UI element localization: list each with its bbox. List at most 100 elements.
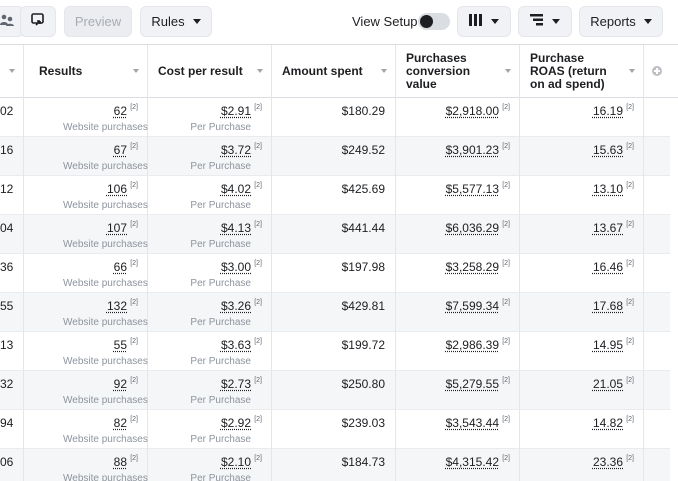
- cost-per-result-subtext: Per Purchase: [190, 434, 251, 445]
- table-row[interactable]: 12 106 [2] Website purchases $4.02 [2] Per Pur…: [0, 176, 670, 215]
- table-row[interactable]: 32 92 [2] Website purchases $2.73 [2] Per Purc…: [0, 371, 670, 410]
- attribution-ref: [2]: [502, 260, 510, 267]
- amount-spent-value: $239.03: [341, 416, 385, 430]
- table-row[interactable]: 55 132 [2] Website purchases $3.26 [2] Per Pur…: [0, 293, 670, 332]
- roas-value[interactable]: 14.82: [593, 416, 623, 430]
- results-value[interactable]: 106: [107, 182, 127, 196]
- reports-button[interactable]: Reports: [579, 6, 663, 37]
- attribution-ref: [2]: [254, 182, 262, 189]
- roas-value[interactable]: 23.36: [593, 455, 623, 469]
- conversion-value[interactable]: $3,901.23: [446, 143, 499, 157]
- roas-value[interactable]: 13.67: [593, 221, 623, 235]
- cell-purchases-conversion-value: $2,986.39 [2]: [396, 332, 520, 371]
- roas-value[interactable]: 14.95: [593, 338, 623, 352]
- roas-value[interactable]: 21.05: [593, 377, 623, 391]
- cell-results: 82 [2] Website purchases: [24, 410, 148, 449]
- preview-button[interactable]: Preview: [64, 6, 132, 37]
- people-icon: [0, 14, 14, 29]
- roas-value[interactable]: 16.46: [593, 260, 623, 274]
- results-value[interactable]: 62: [114, 104, 127, 118]
- attribution-ref: [2]: [502, 104, 510, 111]
- cell-previous: 16: [0, 137, 24, 176]
- column-header-purchase-roas[interactable]: Purchase ROAS (return on ad spend): [520, 45, 644, 98]
- columns-icon: [469, 14, 483, 29]
- conversion-value[interactable]: $5,279.55: [446, 377, 499, 391]
- cell-amount-spent: $239.03: [272, 410, 396, 449]
- results-value[interactable]: 67: [114, 143, 127, 157]
- conversion-value[interactable]: $3,258.29: [446, 260, 499, 274]
- attribution-ref: [2]: [626, 182, 634, 189]
- table-row[interactable]: 04 107 [2] Website purchases $4.13 [2] Per Pur…: [0, 215, 670, 254]
- cell-previous: 04: [0, 215, 24, 254]
- conversion-value[interactable]: $3,543.44: [446, 416, 499, 430]
- cost-per-result-value[interactable]: $4.02: [221, 182, 251, 196]
- cost-per-result-value[interactable]: $2.10: [221, 455, 251, 469]
- conversion-value[interactable]: $2,918.00: [446, 104, 499, 118]
- cost-per-result-value[interactable]: $3.00: [221, 260, 251, 274]
- attribution-ref: [2]: [254, 299, 262, 306]
- results-value[interactable]: 132: [107, 299, 127, 313]
- preview-label: Preview: [74, 14, 122, 29]
- cell-amount-spent: $429.81: [272, 293, 396, 332]
- attribution-ref: [2]: [502, 338, 510, 345]
- column-header-results[interactable]: Results: [24, 45, 148, 98]
- results-value[interactable]: 107: [107, 221, 127, 235]
- attribution-ref: [2]: [502, 416, 510, 423]
- previous-value-partial: 55: [0, 299, 14, 313]
- view-setup-toggle[interactable]: [418, 13, 450, 30]
- column-header-amount-spent[interactable]: Amount spent: [272, 45, 396, 98]
- roas-value[interactable]: 15.63: [593, 143, 623, 157]
- table-row[interactable]: 02 62 [2] Website purchases $2.91 [2] Per Purc…: [0, 98, 670, 137]
- conversion-value[interactable]: $7,599.34: [446, 299, 499, 313]
- sort-caret-icon: [629, 69, 635, 73]
- add-column-icon[interactable]: [652, 66, 662, 76]
- results-value[interactable]: 88: [114, 455, 127, 469]
- attribution-ref: [2]: [254, 416, 262, 423]
- roas-value[interactable]: 13.10: [593, 182, 623, 196]
- previous-value-partial: 32: [0, 377, 14, 391]
- conversion-value[interactable]: $5,577.13: [446, 182, 499, 196]
- roas-value[interactable]: 16.19: [593, 104, 623, 118]
- cost-per-result-value[interactable]: $4.13: [221, 221, 251, 235]
- results-value[interactable]: 92: [114, 377, 127, 391]
- column-header-cost-per-result[interactable]: Cost per result: [148, 45, 272, 98]
- cost-per-result-value[interactable]: $3.26: [221, 299, 251, 313]
- cost-per-result-value[interactable]: $3.72: [221, 143, 251, 157]
- cost-per-result-value[interactable]: $2.92: [221, 416, 251, 430]
- conversion-value[interactable]: $2,986.39: [446, 338, 499, 352]
- cell-amount-spent: $180.29: [272, 98, 396, 137]
- sort-caret-icon: [9, 69, 15, 73]
- column-header-purchases-conversion-value[interactable]: Purchases conversion value: [396, 45, 520, 98]
- table-row[interactable]: 16 67 [2] Website purchases $3.72 [2] Per Purc…: [0, 137, 670, 176]
- columns-button[interactable]: [457, 6, 511, 37]
- conversion-value[interactable]: $6,036.29: [446, 221, 499, 235]
- cell-cost-per-result: $2.73 [2] Per Purchase: [148, 371, 272, 410]
- conversion-value[interactable]: $4,315.42: [446, 455, 499, 469]
- breakdown-button[interactable]: [518, 6, 572, 37]
- sort-caret-icon: [381, 69, 387, 73]
- cost-per-result-subtext: Per Purchase: [190, 317, 251, 328]
- cell-results: 107 [2] Website purchases: [24, 215, 148, 254]
- table-row[interactable]: 13 55 [2] Website purchases $3.63 [2] Per Purc…: [0, 332, 670, 371]
- attribution-ref: [2]: [254, 455, 262, 462]
- share-button[interactable]: [20, 6, 56, 37]
- cell-purchase-roas: 15.63 [2]: [520, 137, 644, 176]
- results-value[interactable]: 55: [114, 338, 127, 352]
- attribution-ref: [2]: [502, 143, 510, 150]
- attribution-ref: [2]: [130, 260, 138, 267]
- cost-per-result-value[interactable]: $3.63: [221, 338, 251, 352]
- table-row[interactable]: 06 88 [2] Website purchases $2.10 [2] Per Purc…: [0, 449, 670, 481]
- cost-per-result-value[interactable]: $2.73: [221, 377, 251, 391]
- cost-per-result-value[interactable]: $2.91: [221, 104, 251, 118]
- table-header: Results Cost per result Amount spent Pur…: [0, 44, 678, 98]
- table-row[interactable]: 36 66 [2] Website purchases $3.00 [2] Per Purc…: [0, 254, 670, 293]
- sort-caret-icon: [257, 69, 263, 73]
- roas-value[interactable]: 17.68: [593, 299, 623, 313]
- column-header-previous[interactable]: [0, 45, 24, 98]
- cell-amount-spent: $250.80: [272, 371, 396, 410]
- table-row[interactable]: 94 82 [2] Website purchases $2.92 [2] Per Purc…: [0, 410, 670, 449]
- rules-button[interactable]: Rules: [140, 6, 212, 37]
- column-label-amount-spent: Amount spent: [282, 64, 363, 78]
- results-value[interactable]: 82: [114, 416, 127, 430]
- results-value[interactable]: 66: [114, 260, 127, 274]
